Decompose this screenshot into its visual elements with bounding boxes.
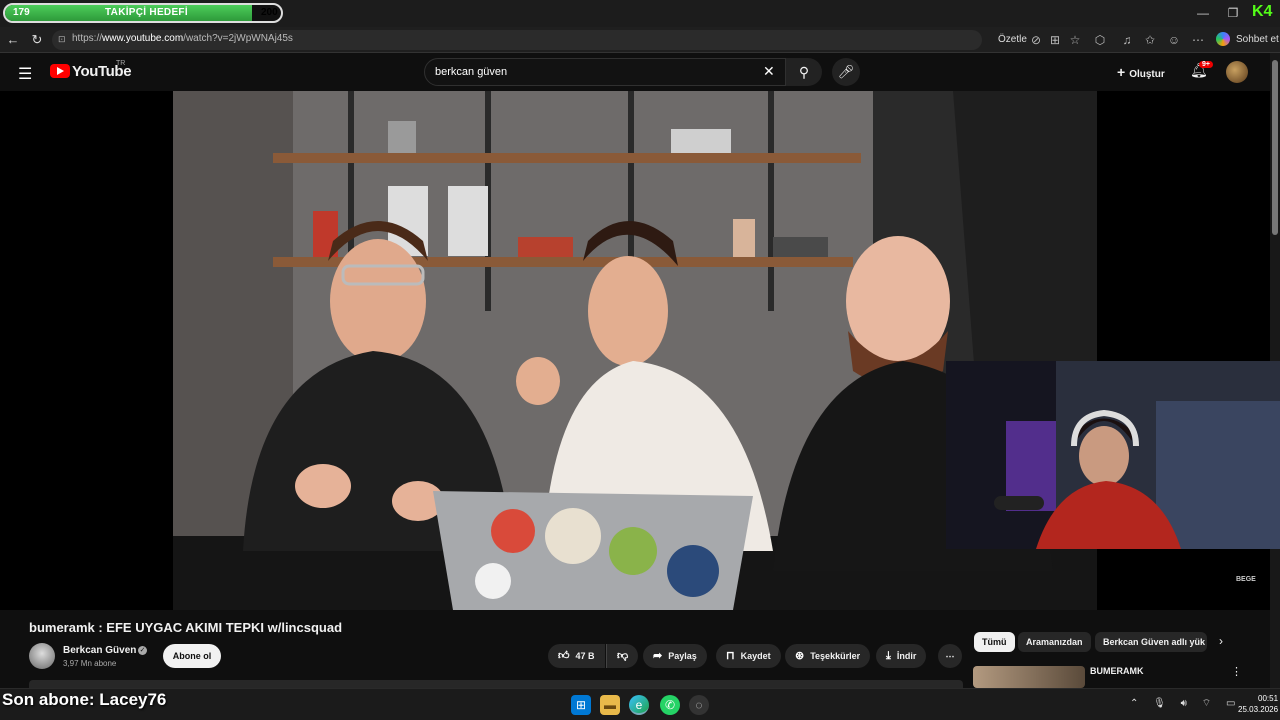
system-clock[interactable]: 00:51 25.03.2026 <box>1238 693 1278 715</box>
restore-button[interactable]: ❐ <box>1220 4 1246 22</box>
site-info-icon[interactable]: ⊡ <box>58 34 66 45</box>
address-toolbar: ← ↻ ⊡ https://www.youtube.com/watch?v=2j… <box>0 27 1280 53</box>
clock-date: 25.03.2026 <box>1238 705 1279 714</box>
clear-search-icon[interactable]: ✕ <box>763 63 775 80</box>
edge-browser-icon[interactable]: e <box>629 695 649 715</box>
favorite-star-icon[interactable]: ☆ <box>1066 31 1084 49</box>
country-code: TR <box>116 60 126 67</box>
chevron-up-icon[interactable]: ⌃ <box>1130 698 1144 709</box>
url-text: https://www.youtube.com/watch?v=2jWpWNAj… <box>72 33 293 44</box>
subscriber-count: 3,97 Mn abone <box>63 659 117 668</box>
apps-icon[interactable]: ⊞ <box>1046 31 1064 49</box>
save-button[interactable]: ⊓ Kaydet <box>716 644 781 668</box>
chevron-right-icon[interactable]: › <box>1219 634 1223 648</box>
follower-goal-bar: 179 TAKİPÇİ HEDEFİ 200 <box>3 3 283 23</box>
hamburger-menu-icon[interactable]: ☰ <box>18 64 32 84</box>
description-box[interactable] <box>29 680 963 688</box>
youtube-play-icon <box>57 67 64 75</box>
subscribe-button[interactable]: Abone ol <box>163 644 221 668</box>
more-actions-button[interactable]: ⋯ <box>938 644 962 668</box>
video-title: bumeramk : EFE UYGAC AKIMI TEPKI w/lincs… <box>29 620 343 635</box>
summarize-icon[interactable]: ⊘ <box>1027 31 1045 49</box>
search-input[interactable]: berkcan güven <box>435 66 507 78</box>
bookmark-icon: ⊓ <box>726 650 735 662</box>
create-button[interactable]: + Oluştur <box>1117 64 1165 80</box>
more-vertical-icon[interactable]: ⋮ <box>1231 665 1242 678</box>
thumbs-up-icon: 👍︎ <box>558 650 570 662</box>
channel-avatar[interactable] <box>29 643 55 669</box>
volume-icon[interactable]: 🔊︎ <box>1181 698 1193 709</box>
scrollbar-thumb[interactable] <box>1272 60 1278 235</box>
like-count: 47 B <box>575 651 595 661</box>
file-explorer-icon[interactable]: ▬ <box>600 695 620 715</box>
url-bar[interactable]: ⊡ https://www.youtube.com/watch?v=2jWpWN… <box>52 30 982 50</box>
thanks-button[interactable]: ⊛ Teşekkürler <box>785 644 871 668</box>
summarize-button[interactable]: Özetle <box>998 34 1027 45</box>
minimize-button[interactable]: — <box>1190 4 1216 22</box>
url-path: /watch?v=2jWpWNAj45s <box>183 33 293 44</box>
search-icon: ⚲ <box>798 64 810 80</box>
create-label: Oluştur <box>1129 69 1165 80</box>
plus-icon: + <box>1117 64 1126 80</box>
search-button[interactable]: ⚲ <box>786 58 822 86</box>
mic-icon: 🎤︎ <box>837 64 855 79</box>
search-box[interactable]: berkcan güven ✕ <box>424 58 786 86</box>
app-icon[interactable]: ◌ <box>689 695 709 715</box>
chip-from-search[interactable]: Aramanızdan <box>1018 632 1091 652</box>
download-icon: ⤓ <box>886 650 891 662</box>
verified-icon: ✓ <box>138 646 147 655</box>
refresh-icon[interactable]: ↻ <box>27 30 47 50</box>
more-icon[interactable]: ⋯ <box>1189 31 1207 49</box>
windows-start-icon[interactable]: ⊞ <box>571 695 591 715</box>
share-icon: ➦ <box>653 650 663 662</box>
wifi-icon[interactable]: ⌔ <box>1202 698 1217 709</box>
last-subscriber-overlay: Son abone: Lacey76 <box>2 690 167 709</box>
extensions-icon[interactable]: ⬡ <box>1091 31 1109 49</box>
goal-label: TAKİPÇİ HEDEFİ <box>105 7 188 18</box>
favorites-icon[interactable]: ✩ <box>1141 31 1159 49</box>
stream-logo: K4 <box>1252 3 1273 20</box>
dislike-button[interactable]: 👎︎ <box>606 644 639 668</box>
save-label: Kaydet <box>740 651 771 661</box>
recommended-title[interactable]: BUMERAMK <box>1090 666 1144 676</box>
more-horizontal-icon: ⋯ <box>945 651 955 661</box>
recommended-thumbnail[interactable] <box>973 666 1085 688</box>
media-icon[interactable]: ♫ <box>1118 31 1136 49</box>
streamer-webcam-overlay <box>946 361 1280 549</box>
goal-max: 200 <box>261 7 278 18</box>
video-watermark: BEGE <box>1236 576 1256 583</box>
share-button[interactable]: ➦ Paylaş <box>643 644 707 668</box>
thanks-icon: ⊛ <box>795 650 805 662</box>
chat-button[interactable]: Sohbet et <box>1236 34 1279 45</box>
back-icon[interactable]: ← <box>3 30 23 50</box>
url-host: www.youtube.com <box>102 33 184 44</box>
profile-icon[interactable]: ☺ <box>1165 31 1183 49</box>
voice-search-button[interactable]: 🎤︎ <box>832 58 860 86</box>
channel-name[interactable]: Berkcan Güven <box>63 645 136 656</box>
webcam-scene <box>946 361 1280 549</box>
url-prefix: https:// <box>72 33 103 44</box>
system-tray[interactable]: ⌃ 🎙︎ 🔊︎ ⌔ ▭ <box>1130 697 1241 710</box>
whatsapp-icon[interactable]: ✆ <box>660 695 680 715</box>
share-label: Paylaş <box>668 651 697 661</box>
account-avatar[interactable] <box>1226 61 1248 83</box>
notification-badge: 9+ <box>1199 61 1213 68</box>
thumbs-down-icon: 👎︎ <box>617 650 629 662</box>
chip-channel-uploads[interactable]: Berkcan Güven adlı yük <box>1095 632 1207 652</box>
mic-icon[interactable]: 🎙︎ <box>1153 698 1172 709</box>
download-button[interactable]: ⤓ İndir <box>876 644 927 668</box>
goal-current: 179 <box>13 7 30 18</box>
clock-time: 00:51 <box>1258 694 1279 703</box>
like-button[interactable]: 👍︎ 47 B <box>548 644 605 668</box>
copilot-icon[interactable] <box>1216 32 1230 46</box>
download-label: İndir <box>896 651 917 661</box>
chip-all[interactable]: Tümü <box>974 632 1015 652</box>
thanks-label: Teşekkürler <box>810 651 861 661</box>
